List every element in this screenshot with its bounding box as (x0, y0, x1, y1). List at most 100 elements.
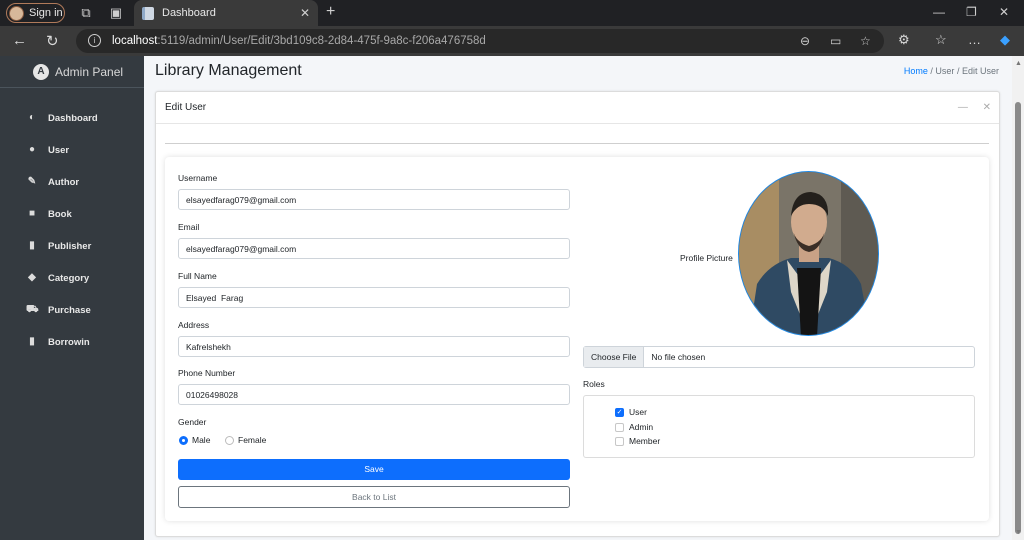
copilot-icon[interactable]: ◆ (1000, 32, 1010, 48)
breadcrumb-separator: / (956, 66, 960, 76)
divider (165, 143, 989, 144)
address-label: Address (178, 320, 210, 330)
breadcrumb-user: User (935, 66, 955, 76)
collapse-icon[interactable]: — (958, 102, 968, 113)
avatar (9, 5, 24, 21)
close-window-icon[interactable]: ✕ (999, 5, 1009, 19)
breadcrumb-home[interactable]: Home (904, 66, 928, 76)
workspaces-icon[interactable]: ⧉ (78, 5, 94, 21)
sidebar-item-book[interactable]: ■ Book (0, 198, 144, 230)
sidebar-item-borrowin[interactable]: ▮ Borrowin (0, 326, 144, 358)
extensions-icon[interactable]: ⚙ (898, 32, 910, 48)
role-member-label: Member (629, 436, 661, 446)
gender-male-radio[interactable] (179, 436, 188, 445)
sidebar-item-label: Purchase (48, 304, 91, 316)
address-field[interactable]: Kafrelshekh (178, 336, 570, 357)
browser-titlebar: Sign in ⧉ ▣ Dashboard ✕ + — ❐ ✕ (0, 0, 1024, 26)
gender-male-label: Male (192, 435, 211, 445)
breadcrumb-separator: / (930, 66, 933, 76)
fullname-label: Full Name (178, 271, 217, 281)
sidebar-item-label: Category (48, 272, 90, 284)
page-title: Library Management (155, 62, 302, 79)
username-field[interactable]: elsayedfarag079@gmail.com (178, 189, 570, 210)
user-icon: ● (28, 144, 36, 155)
email-field[interactable]: elsayedfarag079@gmail.com (178, 238, 570, 259)
info-icon[interactable]: i (88, 34, 101, 47)
reader-view-icon[interactable]: ▭ (830, 34, 841, 48)
brand-logo-icon: A (33, 63, 49, 80)
book-icon: ▮ (29, 240, 35, 251)
back-to-list-button[interactable]: Back to List (178, 486, 570, 508)
sidebar-item-user[interactable]: ● User (0, 134, 144, 166)
sidebar-item-purchase[interactable]: ⛟ Purchase (0, 294, 144, 326)
scroll-down-icon[interactable]: ▼ (1015, 529, 1022, 536)
more-menu-icon[interactable]: … (968, 32, 981, 47)
sidebar-item-label: Borrowin (48, 336, 90, 348)
sidebar-item-category[interactable]: ◆ Category (0, 262, 144, 294)
role-member-checkbox[interactable] (615, 437, 624, 446)
save-button[interactable]: Save (178, 459, 570, 480)
restore-icon[interactable]: ❐ (966, 5, 977, 19)
gender-female-label: Female (238, 435, 267, 445)
edit-user-form: Username elsayedfarag079@gmail.com Email… (165, 157, 989, 521)
roles-box: ✓ User Admin Member (583, 395, 975, 458)
breadcrumb: Home / User / Edit User (904, 66, 999, 76)
choose-file-button[interactable]: Choose File (584, 347, 645, 367)
signin-button[interactable]: Sign in (6, 3, 65, 23)
cart-icon: ⛟ (26, 304, 39, 315)
back-icon[interactable]: ← (12, 32, 27, 49)
role-user-checkbox[interactable]: ✓ (615, 408, 624, 417)
profile-photo-image (739, 172, 878, 335)
scrollbar-thumb[interactable] (1015, 102, 1021, 534)
profile-picture-file-input[interactable]: Choose File No file chosen (583, 346, 975, 368)
edit-icon: ✎ (27, 176, 37, 187)
file-status: No file chosen (651, 352, 706, 362)
phone-label: Phone Number (178, 368, 236, 378)
email-label: Email (178, 222, 200, 232)
address-bar[interactable]: i localhost:5119/admin/User/Edit/3bd109c… (76, 29, 884, 53)
main-content: Library Management Home / User / Edit Us… (144, 56, 1012, 540)
role-admin-checkbox[interactable] (615, 423, 624, 432)
zoom-icon[interactable]: ⊖ (800, 34, 810, 48)
favorite-star-icon[interactable]: ☆ (860, 34, 871, 48)
favorites-icon[interactable]: ☆ (935, 32, 947, 48)
page-scrollbar[interactable]: ▲ ▼ (1012, 56, 1024, 540)
tab-actions-icon[interactable]: ▣ (108, 5, 124, 21)
signin-label: Sign in (29, 7, 63, 19)
sidebar-item-label: Book (48, 208, 72, 220)
new-tab-icon[interactable]: + (326, 3, 335, 21)
sidebar-item-label: Dashboard (48, 112, 98, 124)
brand-title: Admin Panel (55, 64, 124, 79)
remove-icon[interactable]: ✕ (983, 102, 991, 113)
sidebar-item-author[interactable]: ✎ Author (0, 166, 144, 198)
url-path: :5119/admin/User/Edit/3bd109c8-2d84-475f… (157, 35, 486, 47)
palette-icon: ◐ (28, 112, 36, 123)
role-user-label: User (629, 407, 647, 417)
browser-toolbar: ← ↻ i localhost:5119/admin/User/Edit/3bd… (0, 26, 1024, 56)
phone-field[interactable]: 01026498028 (178, 384, 570, 405)
sidebar-item-label: Publisher (48, 240, 92, 252)
sidebar-item-label: Author (48, 176, 80, 188)
brand[interactable]: A Admin Panel (0, 56, 144, 88)
fullname-field[interactable]: Elsayed Farag (178, 287, 570, 308)
edit-user-card: Edit User — ✕ Username elsayedfarag079@g… (155, 91, 1000, 537)
card-title: Edit User (156, 92, 999, 124)
minimize-icon[interactable]: — (933, 5, 945, 19)
role-admin-label: Admin (629, 422, 654, 432)
tab-title: Dashboard (162, 7, 216, 19)
roles-label: Roles (583, 379, 605, 389)
scroll-up-icon[interactable]: ▲ (1015, 60, 1022, 67)
close-tab-icon[interactable]: ✕ (300, 6, 310, 20)
reload-icon[interactable]: ↻ (46, 32, 59, 50)
page-favicon-icon (142, 6, 154, 20)
profile-picture (738, 171, 879, 336)
sidebar-item-publisher[interactable]: ▮ Publisher (0, 230, 144, 262)
breadcrumb-current: Edit User (961, 66, 999, 76)
url-host: localhost (112, 35, 158, 47)
sidebar: A Admin Panel ◐ Dashboard ● User ✎ Author ■… (0, 56, 144, 540)
sidebar-item-dashboard[interactable]: ◐ Dashboard (0, 102, 144, 134)
card-tools: — ✕ (958, 102, 991, 113)
profile-picture-label: Profile Picture (680, 253, 733, 263)
tab-dashboard[interactable]: Dashboard ✕ (134, 0, 318, 26)
gender-female-radio[interactable] (225, 436, 234, 445)
